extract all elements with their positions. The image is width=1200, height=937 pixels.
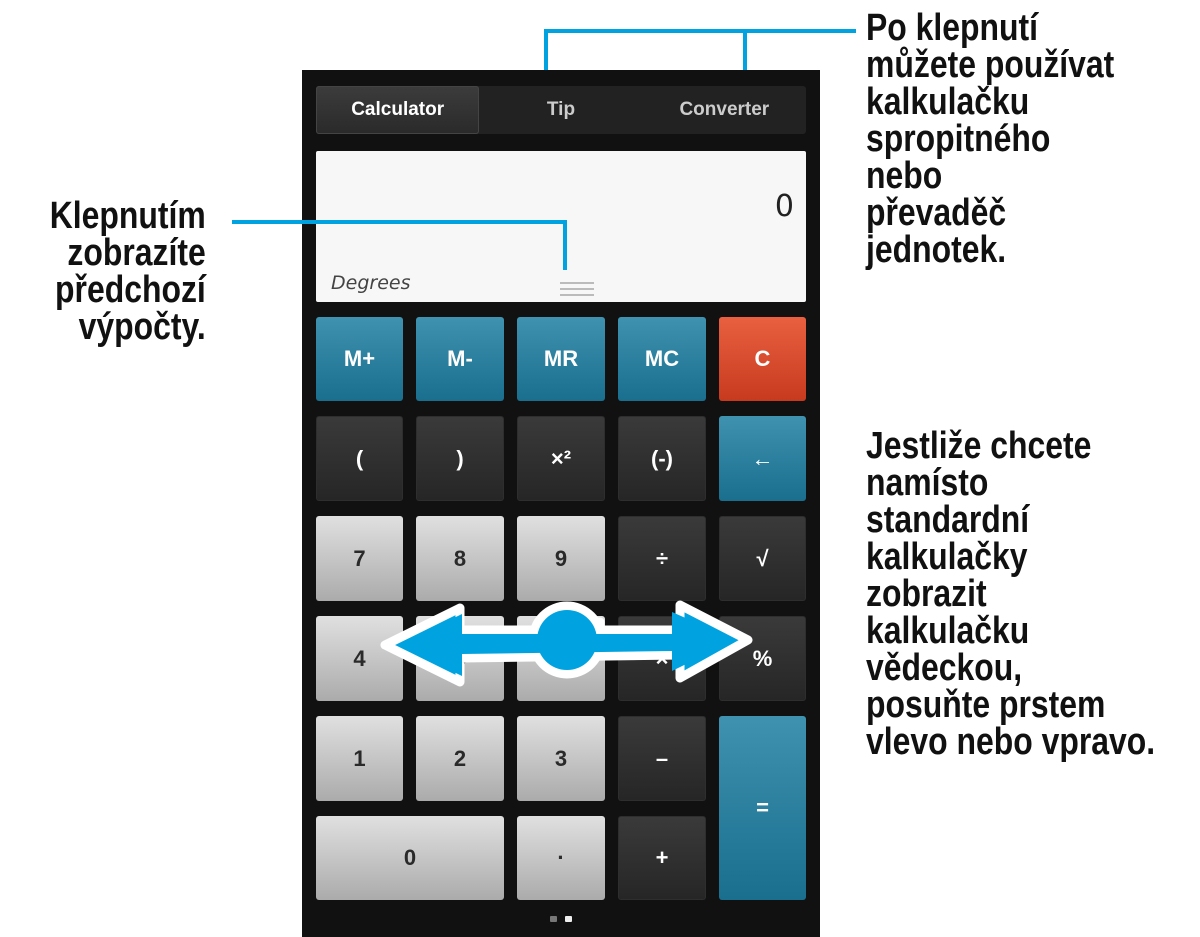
annotation-line: posuňte prstem: [866, 684, 1106, 726]
annotation-line: jednotek.: [866, 229, 1007, 271]
annotation-line: kalkulačku: [866, 610, 1030, 652]
callout-line-history: [232, 220, 567, 270]
annotation-line: nebo: [866, 155, 943, 197]
annotation-line: můžete používat: [866, 44, 1115, 86]
annotation-line: vědeckou,: [866, 647, 1023, 689]
annotation-line: kalkulačku: [866, 81, 1030, 123]
annotation-line: vlevo nebo vpravo.: [866, 721, 1156, 763]
annotation-line: Po klepnutí: [866, 7, 1039, 49]
annotation-history: Klepnutím zobrazíte předchozí výpočty.: [49, 195, 207, 348]
annotation-line: Jestliže chcete: [866, 425, 1092, 467]
annotation-line: výpočty.: [78, 306, 206, 348]
annotation-line: kalkulačky: [866, 536, 1028, 578]
annotation-line: Klepnutím: [49, 195, 206, 237]
annotation-line: spropitného: [866, 118, 1051, 160]
annotation-line: převaděč: [866, 192, 1007, 234]
annotation-tabs: Po klepnutí můžete používat kalkulačku s…: [866, 7, 1115, 271]
annotation-line: namísto: [866, 462, 989, 504]
annotation-line: předchozí: [55, 269, 207, 311]
annotation-line: zobrazíte: [67, 232, 206, 274]
annotation-line: standardní: [866, 499, 1030, 541]
swipe-arrow-icon: [380, 600, 753, 687]
annotation-line: zobrazit: [866, 573, 987, 615]
callout-line-tabs: [544, 29, 747, 70]
annotation-swipe: Jestliže chcete namísto standardní kalku…: [866, 425, 1156, 763]
